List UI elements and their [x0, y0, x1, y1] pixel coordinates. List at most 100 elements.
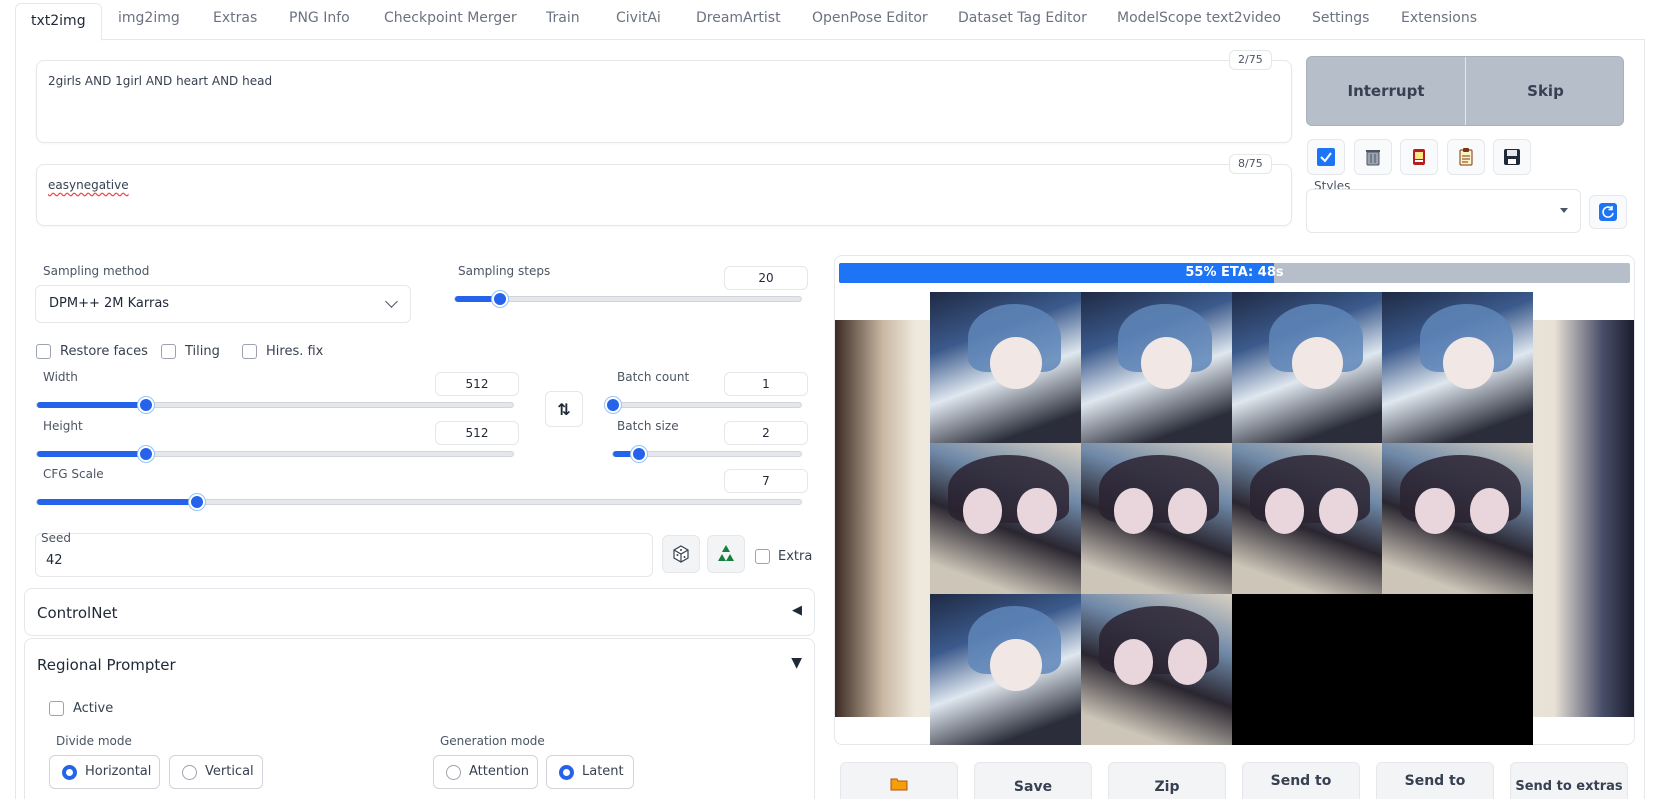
- clipboard-button[interactable]: [1447, 139, 1485, 175]
- prompt-input[interactable]: 2girls AND 1girl AND heart AND head: [36, 60, 1292, 143]
- tab-dreamartist[interactable]: DreamArtist: [696, 10, 781, 26]
- width-input[interactable]: 512: [435, 372, 519, 396]
- random-seed-button[interactable]: [662, 535, 700, 573]
- output-image[interactable]: [1080, 443, 1232, 594]
- radio-horizontal[interactable]: Horizontal: [49, 755, 160, 789]
- output-image[interactable]: [1382, 292, 1533, 443]
- tab-train[interactable]: Train: [546, 10, 580, 26]
- cfg-scale-slider[interactable]: [36, 494, 802, 510]
- tiling-label: Tiling: [185, 344, 220, 359]
- tab-txt2img[interactable]: txt2img: [15, 3, 102, 41]
- prompt-text: 2girls AND 1girl AND heart AND head: [48, 74, 273, 88]
- tab-civitai[interactable]: CivitAi: [616, 10, 661, 26]
- checkbox-icon: [1317, 148, 1335, 166]
- negative-token-counter: 8/75: [1229, 154, 1272, 174]
- save-icon: [1504, 149, 1520, 165]
- styles-dropdown[interactable]: [1306, 189, 1581, 233]
- tab-openpose-editor[interactable]: OpenPose Editor: [812, 10, 928, 26]
- hires-fix-checkbox[interactable]: [242, 344, 257, 359]
- radio-off-icon: [446, 765, 461, 780]
- batch-count-slider[interactable]: [605, 397, 802, 413]
- swap-icon: ⇅: [557, 399, 571, 419]
- height-slider[interactable]: [36, 446, 514, 462]
- collapse-arrow-icon: ◀: [792, 603, 802, 618]
- empty-image-slot: [1382, 594, 1533, 745]
- sampling-method-dropdown[interactable]: DPM++ 2M Karras: [35, 285, 411, 323]
- sampling-method-label: Sampling method: [43, 264, 150, 278]
- slider-thumb[interactable]: [491, 291, 508, 307]
- save-style-button[interactable]: [1493, 139, 1531, 175]
- radio-latent-label: Latent: [582, 764, 624, 779]
- regional-prompter-title[interactable]: Regional Prompter: [37, 656, 176, 674]
- skip-button[interactable]: Skip: [1466, 57, 1623, 125]
- clipboard-icon: [1459, 148, 1473, 166]
- negative-prompt-text: easynegative: [48, 178, 129, 192]
- output-image[interactable]: [1080, 594, 1232, 745]
- cfg-scale-label: CFG Scale: [43, 467, 104, 481]
- extra-seed-checkbox[interactable]: [755, 549, 770, 564]
- output-image[interactable]: [930, 443, 1081, 594]
- tab-img2img[interactable]: img2img: [118, 10, 180, 26]
- output-image[interactable]: [1080, 292, 1232, 443]
- output-image[interactable]: [930, 594, 1081, 745]
- radio-on-icon: [559, 765, 574, 780]
- radio-attention[interactable]: Attention: [433, 755, 538, 789]
- tab-png-info[interactable]: PNG Info: [289, 10, 350, 26]
- output-image[interactable]: [1382, 443, 1533, 594]
- output-image[interactable]: [930, 292, 1081, 443]
- tab-checkpoint-merger[interactable]: Checkpoint Merger: [384, 10, 517, 26]
- slider-fill: [37, 451, 147, 457]
- checkbox-icon-button[interactable]: [1307, 139, 1345, 175]
- output-image[interactable]: [1231, 292, 1383, 443]
- restore-faces-checkbox[interactable]: [36, 344, 51, 359]
- output-image-grid[interactable]: [930, 292, 1533, 745]
- tab-dataset-tag-editor[interactable]: Dataset Tag Editor: [958, 10, 1087, 26]
- output-image[interactable]: [1231, 443, 1383, 594]
- card-button[interactable]: [1400, 139, 1438, 175]
- trash-icon: [1366, 150, 1380, 166]
- trash-button[interactable]: [1354, 139, 1392, 175]
- swap-dimensions-button[interactable]: ⇅: [545, 391, 583, 427]
- open-folder-button[interactable]: [840, 762, 958, 799]
- negative-prompt-input[interactable]: easynegative: [36, 164, 1292, 226]
- card-icon: [1413, 149, 1425, 165]
- save-button[interactable]: Save: [974, 762, 1092, 799]
- radio-latent[interactable]: Latent: [546, 755, 634, 789]
- prompt-token-counter: 2/75: [1229, 50, 1272, 70]
- tab-settings[interactable]: Settings: [1312, 10, 1369, 26]
- controlnet-title: ControlNet: [37, 604, 118, 622]
- width-slider[interactable]: [36, 397, 514, 413]
- expand-arrow-icon[interactable]: ▼: [791, 655, 802, 671]
- interrupt-button[interactable]: Interrupt: [1307, 57, 1466, 125]
- rp-active-checkbox[interactable]: [49, 701, 64, 716]
- slider-thumb[interactable]: [605, 397, 621, 413]
- controlnet-accordion[interactable]: ControlNet ◀: [24, 588, 815, 636]
- send-to-extras-button[interactable]: Send to extras: [1510, 762, 1628, 799]
- tab-bar: txt2img img2img Extras PNG Info Checkpoi…: [15, 0, 1645, 41]
- radio-off-icon: [182, 765, 197, 780]
- send-to-img2img-button[interactable]: Send to: [1242, 762, 1360, 799]
- tab-modelscope-text2video[interactable]: ModelScope text2video: [1117, 10, 1281, 26]
- height-input[interactable]: 512: [435, 421, 519, 445]
- zip-button[interactable]: Zip: [1108, 762, 1226, 799]
- sampling-method-value: DPM++ 2M Karras: [49, 296, 170, 311]
- tab-extras[interactable]: Extras: [213, 10, 257, 26]
- reuse-seed-button[interactable]: [707, 535, 745, 573]
- batch-count-label: Batch count: [617, 370, 690, 384]
- batch-count-input[interactable]: 1: [724, 372, 808, 396]
- restore-faces-label: Restore faces: [60, 344, 148, 359]
- send-to-inpaint-button[interactable]: Send to: [1376, 762, 1494, 799]
- sampling-steps-input[interactable]: 20: [724, 266, 808, 290]
- tiling-checkbox[interactable]: [161, 344, 176, 359]
- batch-size-slider[interactable]: [612, 446, 802, 462]
- radio-on-icon: [62, 765, 77, 780]
- seed-value: 42: [46, 553, 63, 568]
- cfg-scale-input[interactable]: 7: [724, 469, 808, 493]
- radio-vertical[interactable]: Vertical: [169, 755, 263, 789]
- tab-extensions[interactable]: Extensions: [1401, 10, 1477, 26]
- batch-size-input[interactable]: 2: [724, 421, 808, 445]
- seed-field[interactable]: Seed 42: [35, 531, 653, 577]
- progress-text: 55% ETA: 48s: [1185, 265, 1284, 280]
- sampling-steps-slider[interactable]: [454, 291, 802, 307]
- refresh-styles-button[interactable]: [1589, 195, 1627, 229]
